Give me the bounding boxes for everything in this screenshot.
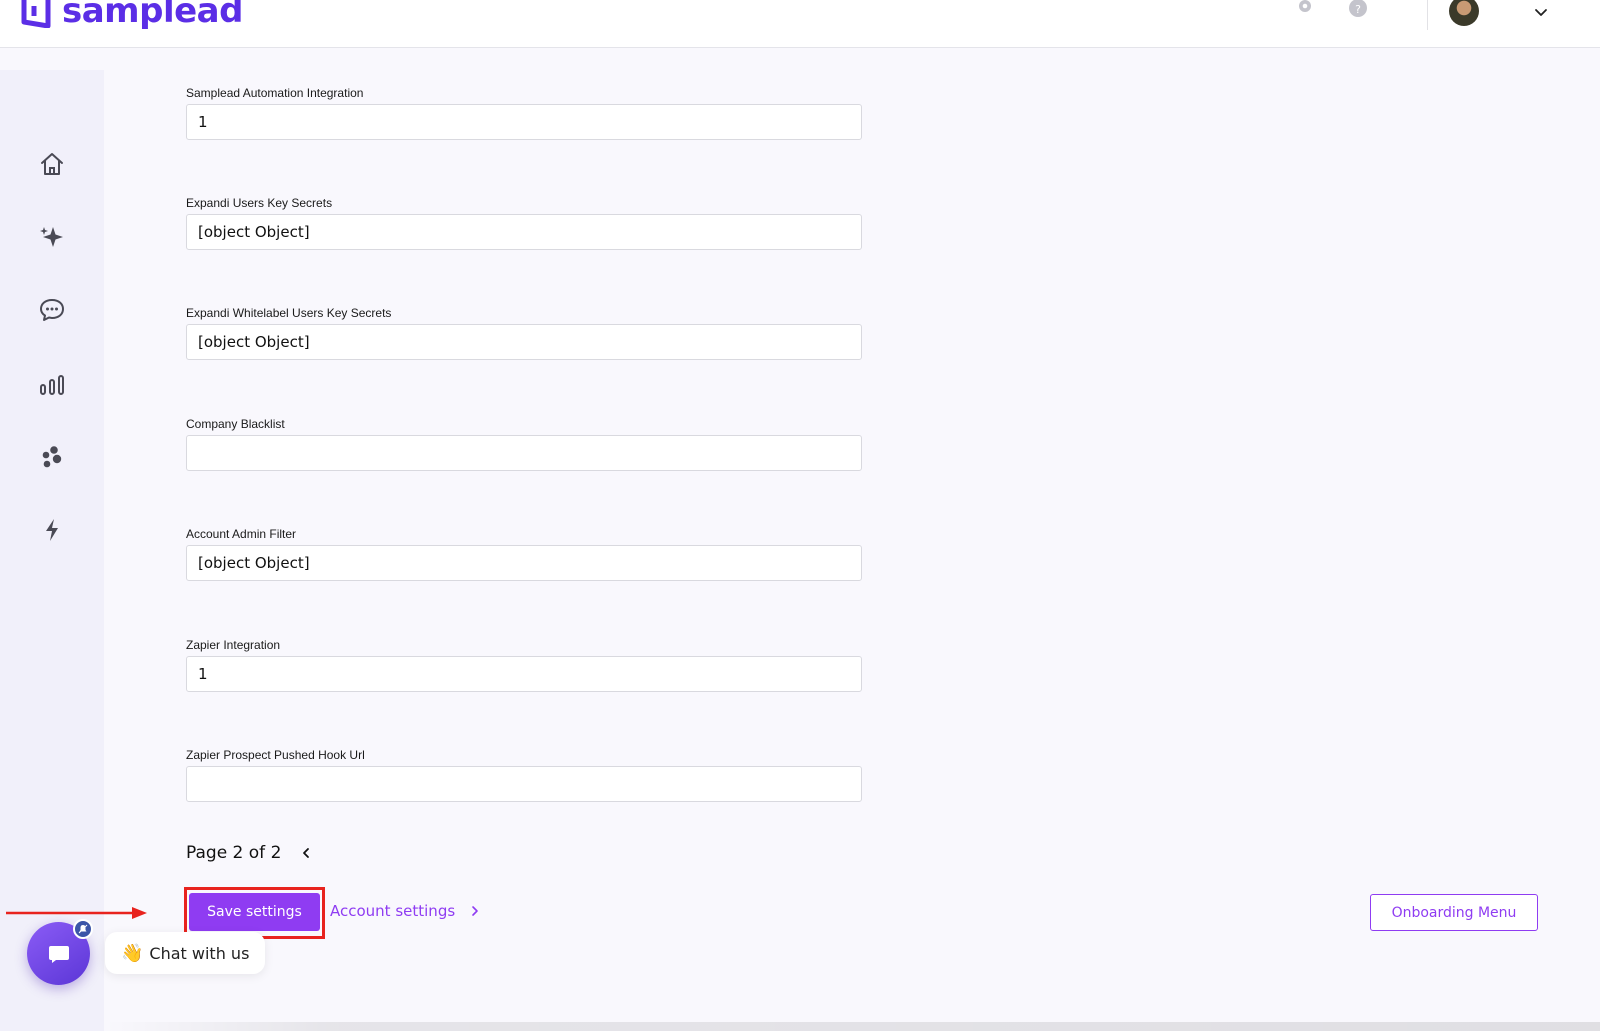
company-blacklist-input[interactable] bbox=[186, 435, 862, 471]
field-zapier-prospect-pushed-hook-url: Zapier Prospect Pushed Hook Url bbox=[186, 748, 862, 802]
chevron-right-icon bbox=[472, 906, 478, 916]
header-divider bbox=[1427, 0, 1428, 30]
logo-text: samplead bbox=[62, 0, 243, 31]
logo-mark-icon bbox=[21, 0, 51, 28]
field-company-blacklist: Company Blacklist bbox=[186, 417, 862, 471]
top-bar: samplead ? bbox=[0, 0, 1600, 48]
field-expandi-users-key-secrets: Expandi Users Key Secrets bbox=[186, 196, 862, 250]
notification-bell-icon bbox=[73, 919, 93, 939]
page-indicator: Page 2 of 2 bbox=[186, 843, 282, 863]
chevron-left-icon[interactable] bbox=[299, 846, 313, 860]
chat-bubble-icon bbox=[48, 945, 69, 963]
svg-text:?: ? bbox=[1355, 3, 1361, 16]
chat-icon bbox=[40, 299, 64, 321]
samplead-automation-integration-input[interactable] bbox=[186, 104, 862, 140]
field-label: Expandi Whitelabel Users Key Secrets bbox=[186, 306, 392, 320]
sidebar-item-analytics[interactable] bbox=[36, 368, 68, 400]
chat-with-us-bubble[interactable]: 👋 Chat with us bbox=[105, 932, 266, 974]
gear-icon[interactable] bbox=[1295, 0, 1315, 20]
chevron-down-icon[interactable] bbox=[1533, 4, 1549, 20]
field-samplead-automation-integration: Samplead Automation Integration bbox=[186, 86, 862, 140]
field-zapier-integration: Zapier Integration bbox=[186, 638, 862, 692]
save-settings-button[interactable]: Save settings bbox=[189, 893, 320, 931]
bottom-scroll-shadow bbox=[104, 1022, 1600, 1031]
field-label: Zapier Integration bbox=[186, 638, 281, 652]
field-label: Company Blacklist bbox=[186, 417, 285, 431]
field-label: Zapier Prospect Pushed Hook Url bbox=[186, 748, 365, 762]
onboarding-menu-button[interactable]: Onboarding Menu bbox=[1370, 894, 1538, 931]
home-icon bbox=[41, 153, 63, 175]
help-icon[interactable]: ? bbox=[1348, 0, 1368, 20]
account-settings-label: Account settings bbox=[330, 902, 456, 920]
zapier-prospect-pushed-hook-url-input[interactable] bbox=[186, 766, 862, 802]
annotation-arrow-icon bbox=[6, 907, 147, 919]
sidebar bbox=[0, 70, 104, 1031]
field-account-admin-filter: Account Admin Filter bbox=[186, 527, 862, 581]
pagination: Page 2 of 2 bbox=[186, 843, 313, 863]
expandi-whitelabel-users-key-secrets-input[interactable] bbox=[186, 324, 862, 360]
expandi-users-key-secrets-input[interactable] bbox=[186, 214, 862, 250]
account-settings-link[interactable]: Account settings bbox=[330, 902, 481, 920]
avatar[interactable] bbox=[1449, 0, 1479, 26]
field-label: Account Admin Filter bbox=[186, 527, 297, 541]
dots-cluster-icon bbox=[42, 446, 62, 468]
sidebar-item-integrations[interactable] bbox=[36, 441, 68, 473]
field-label: Samplead Automation Integration bbox=[186, 86, 364, 100]
field-label: Expandi Users Key Secrets bbox=[186, 196, 333, 210]
sidebar-item-home[interactable] bbox=[36, 148, 68, 180]
wave-emoji-icon: 👋 bbox=[121, 942, 144, 964]
sidebar-item-automation[interactable] bbox=[36, 514, 68, 546]
account-admin-filter-input[interactable] bbox=[186, 545, 862, 581]
bar-chart-icon bbox=[40, 375, 64, 395]
field-expandi-whitelabel-users-key-secrets: Expandi Whitelabel Users Key Secrets bbox=[186, 306, 862, 360]
sparkles-icon bbox=[40, 227, 63, 247]
sidebar-item-ai[interactable] bbox=[36, 221, 68, 253]
sidebar-item-messages[interactable] bbox=[36, 294, 68, 326]
lightning-icon bbox=[46, 519, 58, 541]
chat-with-us-label: Chat with us bbox=[149, 943, 250, 963]
zapier-integration-input[interactable] bbox=[186, 656, 862, 692]
samplead-logo[interactable]: samplead bbox=[20, 0, 243, 32]
